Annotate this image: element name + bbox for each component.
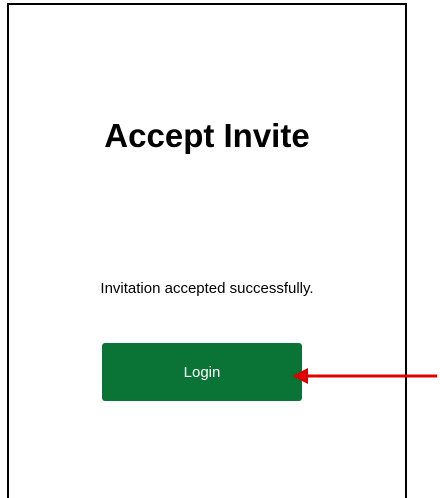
status-message: Invitation accepted successfully.	[100, 280, 314, 297]
screenshot-stage: Accept Invite Invitation accepted succes…	[0, 0, 440, 498]
login-button[interactable]: Login	[102, 343, 302, 401]
page-title: Accept Invite	[104, 117, 310, 154]
page-container: Accept Invite Invitation accepted succes…	[7, 3, 407, 498]
